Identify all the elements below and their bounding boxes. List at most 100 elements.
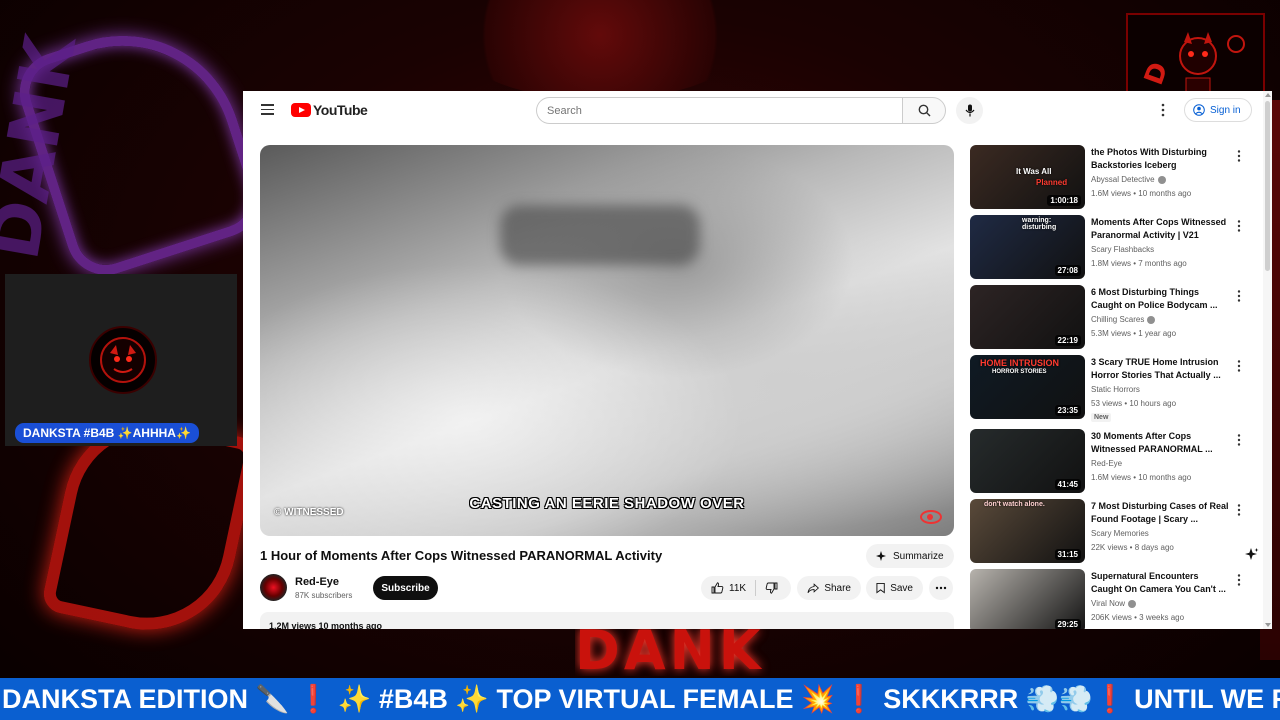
new-badge: New bbox=[1091, 413, 1112, 422]
recommended-channel[interactable]: Abyssal Detective bbox=[1091, 175, 1166, 184]
recommended-video-meta: 1.8M views • 7 months ago bbox=[1091, 259, 1187, 268]
recommended-video-meta: 1.6M views • 10 months ago bbox=[1091, 473, 1192, 482]
search-button[interactable] bbox=[902, 97, 946, 124]
share-label: Share bbox=[824, 582, 851, 594]
search-icon bbox=[918, 104, 930, 117]
like-divider bbox=[755, 580, 757, 596]
video-thumbnail[interactable]: warning: disturbing 27:08 bbox=[970, 215, 1085, 279]
video-options-icon[interactable] bbox=[1236, 149, 1242, 163]
video-options-icon[interactable] bbox=[1236, 573, 1242, 587]
recommended-channel-name: Scary Memories bbox=[1091, 529, 1149, 538]
youtube-logo[interactable]: YouTube bbox=[291, 101, 368, 119]
recommended-video[interactable]: 22:19 6 Most Disturbing Things Caught on … bbox=[970, 285, 1260, 351]
recommended-channel[interactable]: Chilling Scares bbox=[1091, 315, 1156, 324]
channel-name[interactable]: Red-Eye bbox=[295, 576, 339, 588]
summarize-button[interactable]: Summarize bbox=[866, 544, 954, 568]
save-button[interactable]: Save bbox=[866, 576, 923, 600]
recommended-video[interactable]: don't watch alone. 31:15 7 Most Disturbing… bbox=[970, 499, 1260, 565]
more-actions-button[interactable] bbox=[929, 576, 953, 600]
video-duration: 23:35 bbox=[1054, 405, 1081, 416]
recommended-channel-name: Abyssal Detective bbox=[1091, 175, 1155, 184]
channel-watermark-icon[interactable] bbox=[920, 510, 942, 524]
thumbnail-subtext: HORROR STORIES bbox=[992, 369, 1047, 375]
view-count-date: 1.2M views 10 months ago bbox=[269, 621, 383, 629]
recommended-video[interactable]: warning: disturbing 27:08 Moments After Co… bbox=[970, 215, 1260, 281]
youtube-window: YouTube Search Sign in © WITNESSED CASTI… bbox=[243, 91, 1272, 629]
background-dank-word: DANK bbox=[575, 626, 765, 676]
video-caption: CASTING AN EERIE SHADOW OVER bbox=[469, 495, 745, 512]
recommended-channel-name: Red-Eye bbox=[1091, 459, 1123, 468]
recommended-video-title[interactable]: 6 Most Disturbing Things Caught on Polic… bbox=[1091, 286, 1231, 312]
scroll-up-arrow-icon[interactable] bbox=[1265, 93, 1271, 97]
video-options-icon[interactable] bbox=[1236, 289, 1242, 303]
recommended-video-meta: 206K views • 3 weeks ago bbox=[1091, 613, 1185, 622]
video-thumbnail[interactable]: HOME INTRUSION HORROR STORIES 23:35 bbox=[970, 355, 1085, 419]
video-options-icon[interactable] bbox=[1236, 219, 1242, 233]
account-icon bbox=[1193, 104, 1205, 116]
recommended-channel[interactable]: Red-Eye bbox=[1091, 459, 1122, 468]
voice-search-button[interactable] bbox=[956, 97, 983, 124]
video-duration: 1:00:18 bbox=[1047, 195, 1081, 206]
video-options-icon[interactable] bbox=[1236, 433, 1242, 447]
share-button[interactable]: Share bbox=[797, 576, 861, 600]
like-dislike-group: 11K bbox=[701, 576, 791, 600]
recommended-video[interactable]: 41:45 30 Moments After Cops Witnessed PAR… bbox=[970, 429, 1260, 495]
recommended-video-title[interactable]: 30 Moments After Cops Witnessed PARANORM… bbox=[1091, 430, 1231, 456]
summarize-label: Summarize bbox=[893, 550, 944, 562]
scrolling-ticker: DANKSTA EDITION 🔪 ❗ ✨ #B4B ✨ TOP VIRTUAL… bbox=[0, 678, 1280, 720]
recommended-channel[interactable]: Scary Memories bbox=[1091, 529, 1149, 538]
recommended-channel[interactable]: Static Horrors bbox=[1091, 385, 1140, 394]
recommended-channel-name: Viral Now bbox=[1091, 599, 1126, 608]
recommended-video-title[interactable]: the Photos With Disturbing Backstories I… bbox=[1091, 146, 1231, 172]
scrollbar-thumb[interactable] bbox=[1265, 101, 1270, 271]
recommended-video-title[interactable]: Moments After Cops Witnessed Paranormal … bbox=[1091, 216, 1231, 242]
verified-badge-icon bbox=[1128, 599, 1137, 608]
video-duration: 41:45 bbox=[1054, 479, 1081, 490]
thumbnail-text: warning: disturbing bbox=[1022, 217, 1057, 231]
recommended-video-title[interactable]: 3 Scary TRUE Home Intrusion Horror Stori… bbox=[1091, 356, 1231, 382]
recommended-video[interactable]: It Was All Planned 1:00:18 the Photos With … bbox=[970, 145, 1260, 211]
search-input[interactable] bbox=[536, 97, 902, 124]
scroll-down-arrow-icon[interactable] bbox=[1265, 623, 1271, 627]
like-icon[interactable] bbox=[711, 582, 724, 594]
recommended-video-meta: 1.6M views • 10 months ago bbox=[1091, 189, 1192, 198]
subscribe-button[interactable]: Subscribe bbox=[373, 576, 438, 600]
recommended-video[interactable]: 29:25 Supernatural Encounters Caught On C… bbox=[970, 569, 1260, 629]
recommended-channel-name: Chilling Scares bbox=[1091, 315, 1145, 324]
video-player[interactable]: © WITNESSED CASTING AN EERIE SHADOW OVER bbox=[260, 145, 954, 536]
streamer-name-label: DANKSTA #B4B ✨AHHHA✨ bbox=[15, 423, 199, 443]
recommended-video-meta: 5.3M views • 1 year ago bbox=[1091, 329, 1177, 338]
recommended-video-title[interactable]: Supernatural Encounters Caught On Camera… bbox=[1091, 570, 1231, 596]
video-thumbnail[interactable]: don't watch alone. 31:15 bbox=[970, 499, 1085, 563]
recommended-channel[interactable]: Scary Flashbacks bbox=[1091, 245, 1154, 254]
search-bar bbox=[536, 97, 946, 124]
demon-mascot-icon: D bbox=[1138, 31, 1245, 92]
youtube-play-icon bbox=[291, 103, 311, 117]
recommended-channel[interactable]: Viral Now bbox=[1091, 599, 1137, 608]
verified-badge-icon bbox=[1157, 175, 1166, 184]
video-thumbnail[interactable]: 22:19 bbox=[970, 285, 1085, 349]
video-frame-shadow bbox=[500, 205, 700, 265]
video-thumbnail[interactable]: It Was All Planned 1:00:18 bbox=[970, 145, 1085, 209]
more-horizontal-icon bbox=[935, 586, 947, 590]
page-scrollbar[interactable] bbox=[1263, 91, 1272, 629]
ask-ai-sparkle-icon[interactable] bbox=[1244, 547, 1260, 563]
video-options-icon[interactable] bbox=[1236, 503, 1242, 517]
video-thumbnail[interactable]: 41:45 bbox=[970, 429, 1085, 493]
sign-in-button[interactable]: Sign in bbox=[1184, 98, 1252, 122]
dislike-icon[interactable] bbox=[765, 582, 778, 594]
youtube-logo-text: YouTube bbox=[313, 102, 368, 118]
settings-more-icon[interactable] bbox=[1160, 102, 1166, 118]
channel-avatar[interactable] bbox=[260, 574, 287, 601]
recommended-channel-name: Scary Flashbacks bbox=[1091, 245, 1155, 254]
sign-in-label: Sign in bbox=[1210, 104, 1241, 116]
recommended-video-title[interactable]: 7 Most Disturbing Cases of Real Found Fo… bbox=[1091, 500, 1231, 526]
streamer-avatar bbox=[89, 326, 157, 394]
video-thumbnail[interactable]: 29:25 bbox=[970, 569, 1085, 629]
video-options-icon[interactable] bbox=[1236, 359, 1242, 373]
recommended-video[interactable]: HOME INTRUSION HORROR STORIES 23:35 3 Scary… bbox=[970, 355, 1260, 422]
description-box[interactable]: 1.2M views 10 months ago bbox=[260, 612, 954, 629]
menu-icon[interactable] bbox=[261, 104, 274, 115]
recommended-video-meta: 53 views • 10 hours ago bbox=[1091, 399, 1177, 408]
background-cloud-art bbox=[450, 0, 750, 100]
